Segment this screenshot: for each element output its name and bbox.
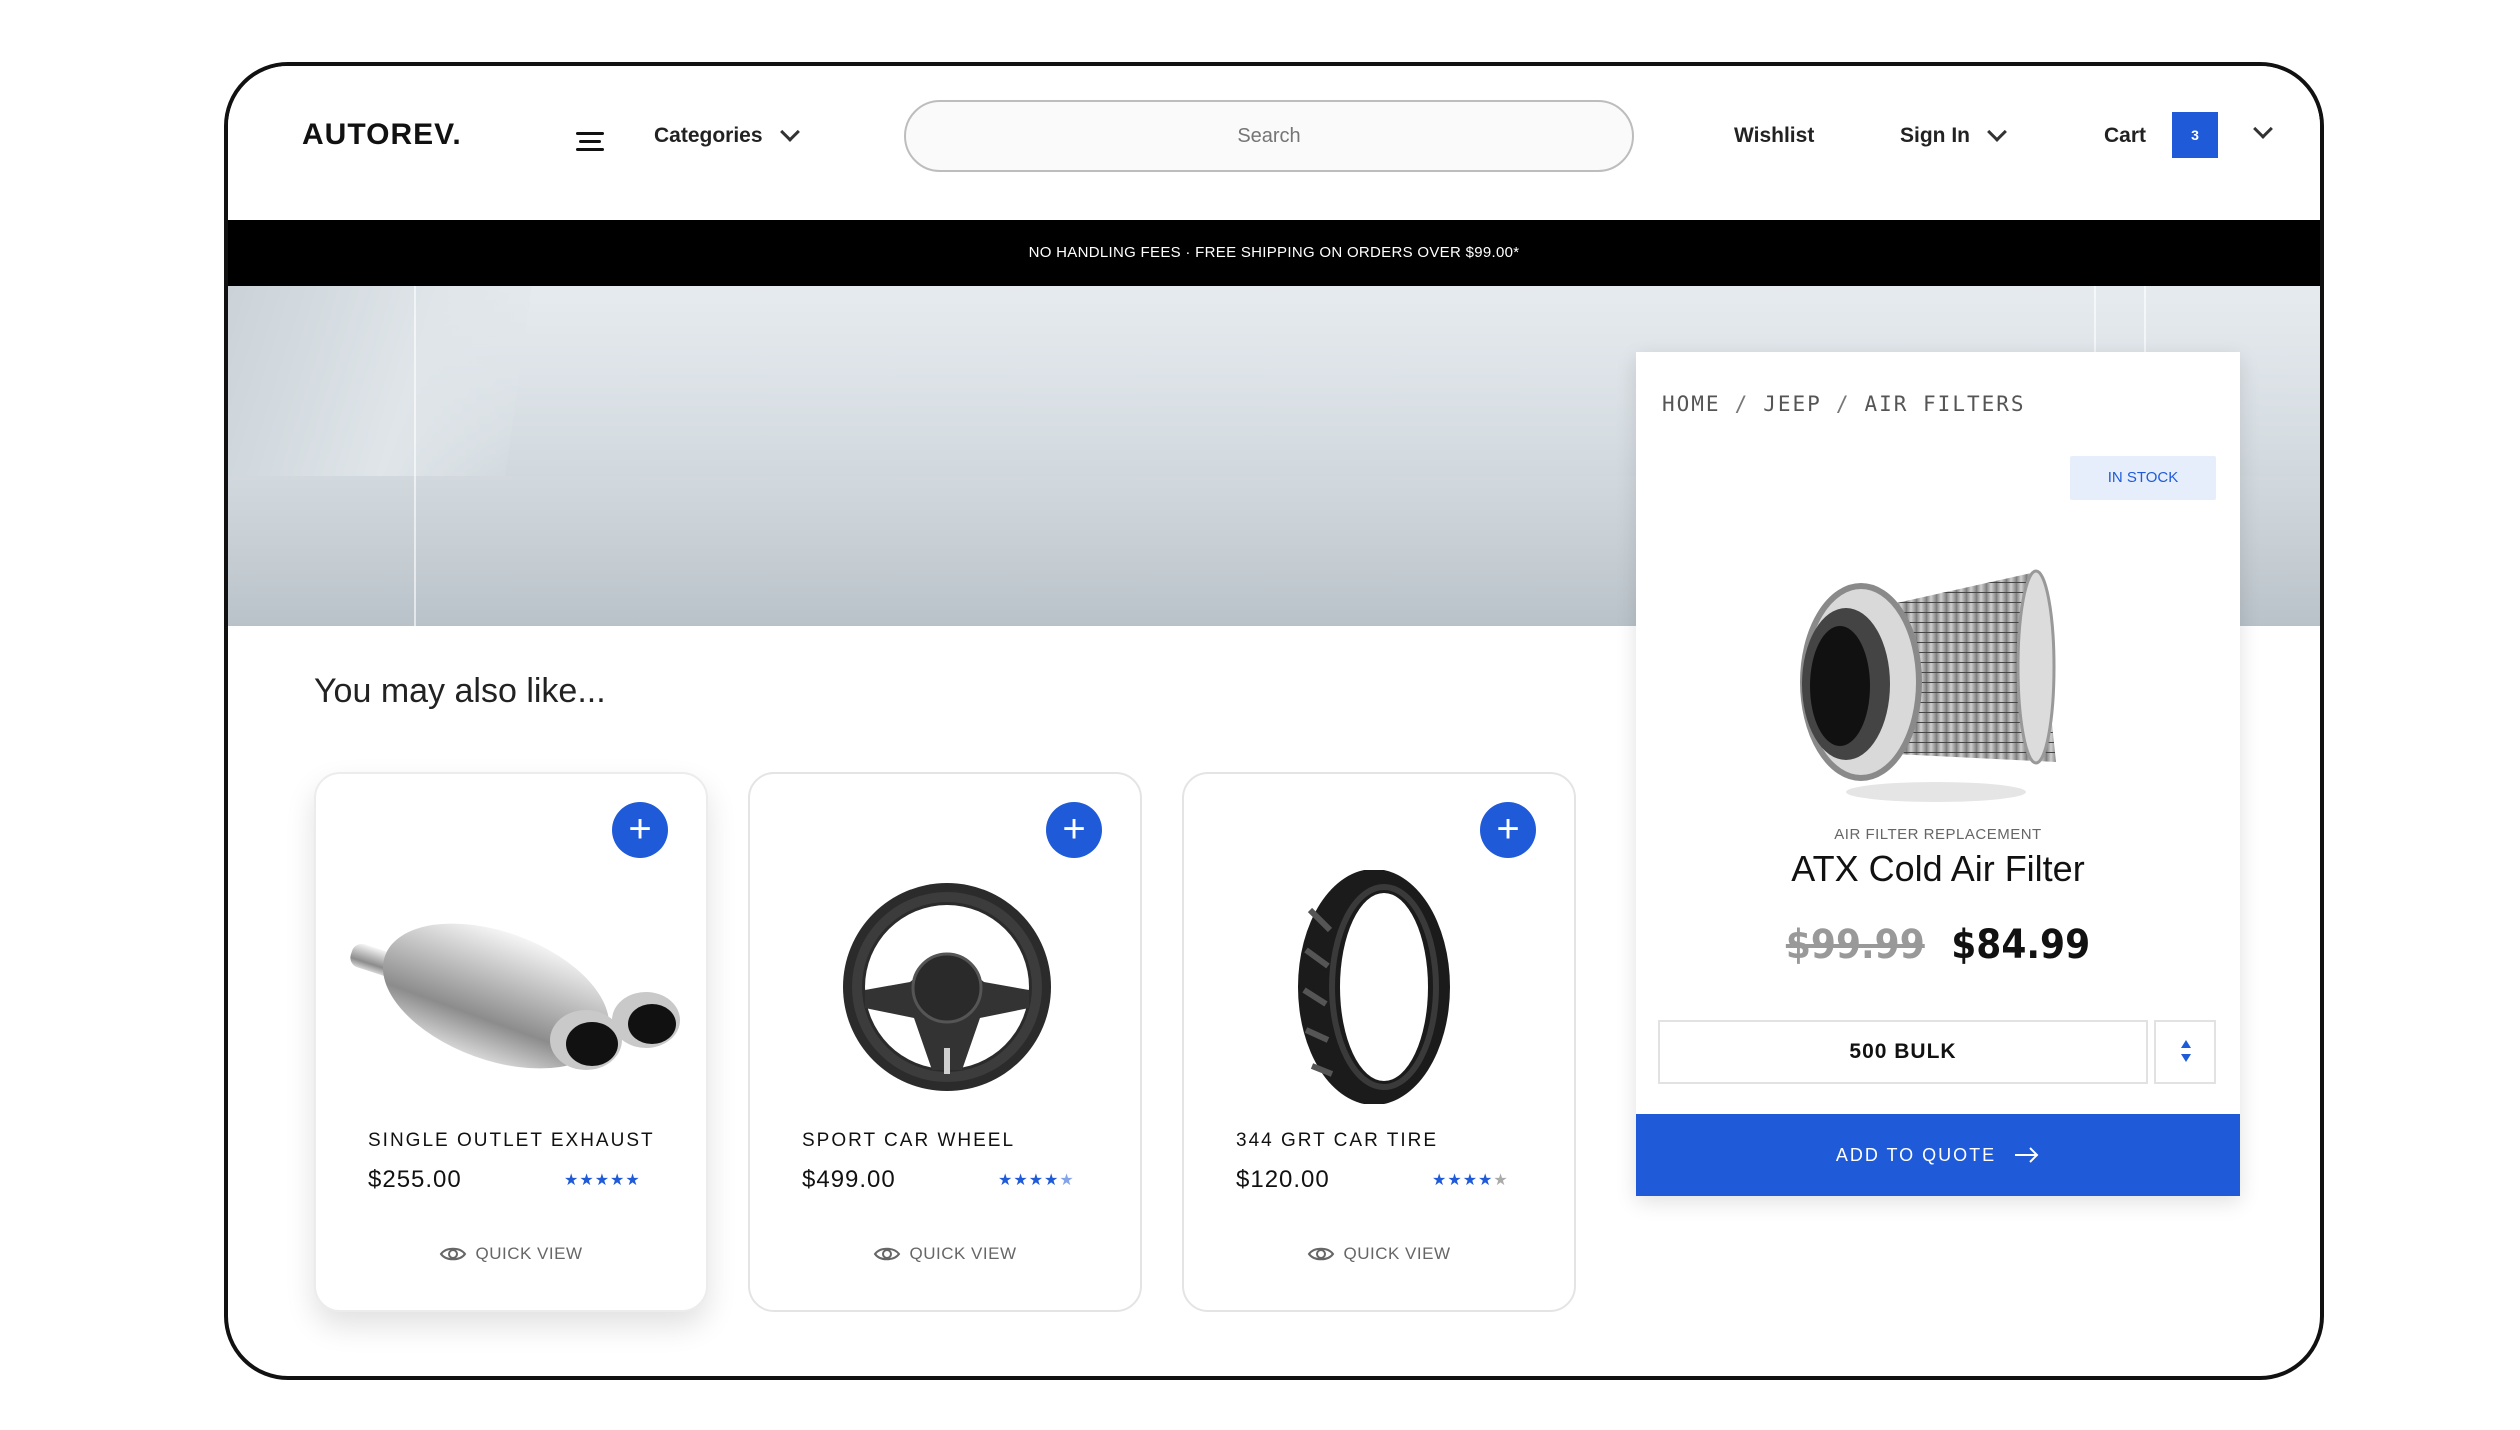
eye-icon [1308, 1247, 1335, 1261]
breadcrumb-separator: / [1835, 392, 1851, 416]
product-subtitle: AIR FILTER REPLACEMENT [1834, 826, 2042, 843]
product-name[interactable]: 344 GRT CAR TIRE [1236, 1130, 1438, 1152]
add-product-button[interactable]: + [612, 802, 668, 858]
quantity-field[interactable]: 500 BULK [1658, 1020, 2148, 1084]
add-to-quote-label: ADD TO QUOTE [1835, 1144, 1997, 1165]
product-name[interactable]: SINGLE OUTLET EXHAUST [368, 1130, 655, 1152]
exhaust-icon [350, 923, 680, 1070]
product-card[interactable]: + SPORT CAR WHEEL $499.00 ★★★★★ QUICK VI… [748, 772, 1142, 1312]
rating-stars: ★★★★★ [564, 1172, 641, 1189]
chevron-down-icon [779, 122, 800, 142]
breadcrumb: HOME / JEEP / AIR FILTERS [1662, 392, 2026, 416]
product-price: $120.00 [1236, 1166, 1330, 1193]
breadcrumb-air-filters[interactable]: AIR FILTERS [1864, 392, 2025, 416]
cart-chevron-down-icon[interactable] [2253, 119, 2273, 139]
steering-wheel-icon [843, 883, 1051, 1091]
app-window: AUTOREV. Categories Wishlist Sign In Car… [224, 62, 2324, 1380]
brand-logo[interactable]: AUTOREV. [302, 118, 462, 152]
categories-dropdown[interactable]: Categories [654, 122, 800, 148]
quick-view-button[interactable]: QUICK VIEW [750, 1244, 1140, 1264]
categories-label: Categories [654, 124, 763, 147]
quick-view-button[interactable]: QUICK VIEW [1184, 1244, 1574, 1264]
promo-banner: NO HANDLING FEES · FREE SHIPPING ON ORDE… [228, 220, 2320, 286]
product-detail-panel: HOME / JEEP / AIR FILTERS IN STOCK AIR F… [1636, 352, 2240, 1196]
add-to-quote-button[interactable]: ADD TO QUOTE [1636, 1114, 2240, 1196]
quick-view-label: QUICK VIEW [475, 1244, 583, 1263]
quick-view-label: QUICK VIEW [1343, 1244, 1451, 1263]
rating-stars: ★★★★★ [1432, 1172, 1509, 1189]
add-product-button[interactable]: + [1480, 802, 1536, 858]
add-product-button[interactable]: + [1046, 802, 1102, 858]
rating-stars: ★★★★★ [998, 1172, 1075, 1189]
product-title: ATX Cold Air Filter [1791, 848, 2085, 889]
signin-dropdown[interactable]: Sign In [1900, 122, 2007, 148]
breadcrumb-separator: / [1734, 392, 1750, 416]
price-block: $99.99 $84.99 [1636, 922, 2240, 968]
search-input[interactable] [904, 100, 1634, 172]
wishlist-link[interactable]: Wishlist [1734, 124, 1814, 148]
arrow-up-icon[interactable] [2181, 1040, 2191, 1048]
arrow-down-icon[interactable] [2181, 1054, 2191, 1062]
product-price: $255.00 [368, 1166, 462, 1193]
quick-view-label: QUICK VIEW [909, 1244, 1017, 1263]
product-card[interactable]: + 344 GRT CAR TIRE $120.00 ★★★★★ QUICK V… [1182, 772, 1576, 1312]
quick-view-button[interactable]: QUICK VIEW [316, 1244, 706, 1264]
hamburger-menu-icon[interactable] [576, 130, 606, 154]
product-card[interactable]: + SINGLE OUTLET EXHAUST $255.00 ★★★★★ QU… [314, 772, 708, 1312]
stock-status-badge: IN STOCK [2070, 456, 2216, 500]
sale-price: $84.99 [1951, 922, 2091, 968]
cart-link[interactable]: Cart [2104, 124, 2146, 148]
product-price: $499.00 [802, 1166, 896, 1193]
cart-count-badge[interactable]: 3 [2172, 112, 2218, 158]
breadcrumb-home[interactable]: HOME [1662, 392, 1721, 416]
original-price: $99.99 [1785, 922, 1925, 968]
wishlist-label: Wishlist [1734, 124, 1815, 147]
signin-label: Sign In [1900, 124, 1970, 147]
eye-icon [874, 1247, 901, 1261]
breadcrumb-jeep[interactable]: JEEP [1763, 392, 1822, 416]
cart-label: Cart [2104, 124, 2147, 147]
top-navbar: AUTOREV. Categories Wishlist Sign In Car… [228, 66, 2320, 220]
air-filter-icon [1800, 569, 2056, 802]
section-title: You may also like... [314, 672, 606, 710]
product-name[interactable]: SPORT CAR WHEEL [802, 1130, 1015, 1152]
arrow-right-icon [2015, 1147, 2039, 1163]
quantity-stepper[interactable] [2154, 1020, 2216, 1084]
tire-icon [1298, 870, 1450, 1104]
eye-icon [440, 1247, 467, 1261]
chevron-down-icon [1987, 122, 2007, 142]
